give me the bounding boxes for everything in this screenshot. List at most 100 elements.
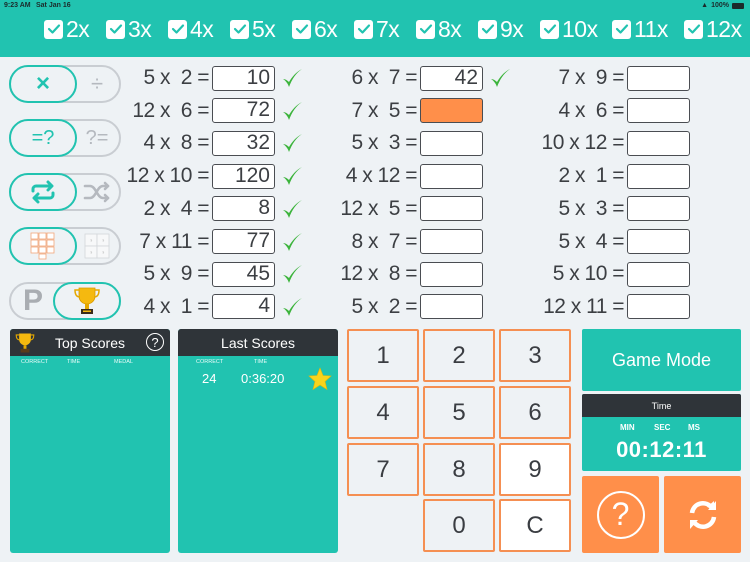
answer-field[interactable] <box>627 196 690 222</box>
answer-field[interactable] <box>420 261 483 287</box>
key-clear[interactable]: C <box>499 499 571 552</box>
key-1[interactable]: 1 <box>347 329 419 382</box>
repeat-icon <box>31 180 55 204</box>
table-toggle-6x[interactable]: 6x <box>292 16 338 42</box>
problem-row: 2 x 1 = <box>517 163 690 189</box>
table-toggle-2x[interactable]: 2x <box>44 16 90 42</box>
table-label: 4x <box>190 15 214 42</box>
answer-field[interactable]: 10 <box>212 65 275 91</box>
last-scores-columns: CORRECT TIME <box>178 356 338 365</box>
key-6[interactable]: 6 <box>499 386 571 439</box>
checkbox[interactable] <box>540 19 559 39</box>
table-toggle-10x[interactable]: 10x <box>540 16 598 42</box>
checkbox[interactable] <box>684 19 703 39</box>
checkmark-icon <box>295 24 308 34</box>
answer-field[interactable] <box>627 98 690 124</box>
answer-field[interactable]: 77 <box>212 229 275 254</box>
problem-expression: 5 x 3 = <box>346 131 418 155</box>
problem-row: 7 x 9 = <box>517 65 690 91</box>
answer-field[interactable] <box>627 163 690 189</box>
answer-field[interactable] <box>420 163 483 189</box>
checkbox[interactable] <box>612 19 631 39</box>
problem-expression: 2 x 4 = <box>138 196 210 220</box>
keypad-option[interactable] <box>9 227 77 265</box>
star-icon <box>308 367 332 391</box>
problem-expression: 7 x 11 = <box>133 229 209 253</box>
answer-field[interactable]: 4 <box>212 294 275 320</box>
problem-expression: 7 x 9 = <box>553 66 625 89</box>
checkbox[interactable] <box>44 19 63 39</box>
key-3[interactable]: 3 <box>499 329 571 382</box>
restart-button[interactable] <box>664 476 741 553</box>
sequential-option[interactable] <box>9 173 77 211</box>
checkbox[interactable] <box>416 19 435 39</box>
answer-field[interactable]: 120 <box>212 163 275 189</box>
key-8[interactable]: 8 <box>423 443 495 496</box>
table-toggle-7x[interactable]: 7x <box>354 16 400 42</box>
answer-field[interactable] <box>420 294 483 320</box>
multiply-option[interactable]: × <box>9 65 77 103</box>
game-mode-button[interactable]: Game Mode <box>582 329 741 391</box>
answer-field[interactable]: 45 <box>212 261 275 287</box>
problem-expression: 5 x 4 = <box>553 229 625 253</box>
answer-field[interactable]: 72 <box>212 98 275 124</box>
header-bar: 9:23 AM Sat Jan 16 ▲ 100% 2x 3x 4x 5x 6x 7x 8x… <box>0 0 750 57</box>
checkbox[interactable] <box>478 19 497 39</box>
correct-check-icon <box>283 232 302 251</box>
checkmark-icon <box>171 24 184 34</box>
game-mode-label: Game Mode <box>611 349 712 370</box>
answer-field[interactable] <box>420 130 483 156</box>
table-toggle-12x[interactable]: 12x <box>684 16 742 42</box>
answer-field[interactable] <box>627 229 690 254</box>
correct-check-icon <box>283 265 302 284</box>
key-4[interactable]: 4 <box>347 386 419 439</box>
key-0[interactable]: 0 <box>423 499 495 552</box>
help-button[interactable]: ? <box>582 476 659 553</box>
last-scores-header: Last Scores <box>178 329 338 356</box>
key-7[interactable]: 7 <box>347 443 419 496</box>
table-toggle-11x[interactable]: 11x <box>612 16 668 42</box>
help-icon[interactable]: ? <box>146 333 164 351</box>
answer-field[interactable]: 8 <box>212 196 275 222</box>
checkbox[interactable] <box>354 19 373 39</box>
answer-field[interactable]: 42 <box>420 65 483 91</box>
practice-label: P <box>22 284 43 317</box>
problem-row: 5 x 4 = <box>517 229 690 254</box>
problem-row: 5 x 2 = 10 <box>102 65 303 91</box>
problem-row: 7 x 11 = 77 <box>102 229 303 254</box>
key-5[interactable]: 5 <box>423 386 495 439</box>
checkbox[interactable] <box>168 19 187 39</box>
checkbox[interactable] <box>106 19 125 39</box>
answer-field[interactable] <box>420 98 483 124</box>
problem-row: 4 x 12 = <box>310 163 483 189</box>
table-toggle-9x[interactable]: 9x <box>478 16 524 42</box>
answer-field[interactable] <box>420 229 483 254</box>
table-toggle-4x[interactable]: 4x <box>168 15 214 42</box>
equals-question-option[interactable]: =? <box>9 119 77 157</box>
problem-row: 5 x 2 = <box>310 294 483 320</box>
table-toggle-3x[interactable]: 3x <box>106 16 152 42</box>
answer-field[interactable] <box>420 196 483 222</box>
checkbox[interactable] <box>230 19 249 39</box>
answer-field[interactable]: 32 <box>212 130 275 156</box>
key-2[interactable]: 2 <box>423 329 495 382</box>
answer-field[interactable] <box>627 294 690 320</box>
checkmark-icon <box>543 24 556 34</box>
problem-expression: 12 x 11 = <box>543 294 624 318</box>
unit-min: MIN <box>620 423 635 432</box>
answer-field[interactable] <box>627 65 690 91</box>
correct-check-icon <box>283 134 302 153</box>
checkbox[interactable] <box>292 19 311 39</box>
problem-expression: 4 x 8 = <box>138 131 210 155</box>
keypad-icon <box>30 232 55 260</box>
problem-expression: 5 x 3 = <box>553 196 625 220</box>
answer-field[interactable] <box>627 130 690 156</box>
practice-option[interactable]: P <box>11 284 55 318</box>
table-toggle-8x[interactable]: 8x <box>416 16 462 42</box>
problem-expression: 2 x 1 = <box>553 164 625 188</box>
answer-field[interactable] <box>627 261 690 287</box>
checkmark-icon <box>419 24 432 34</box>
table-label: 5x <box>252 15 276 42</box>
table-toggle-5x[interactable]: 5x <box>230 15 276 42</box>
key-9[interactable]: 9 <box>499 443 571 496</box>
